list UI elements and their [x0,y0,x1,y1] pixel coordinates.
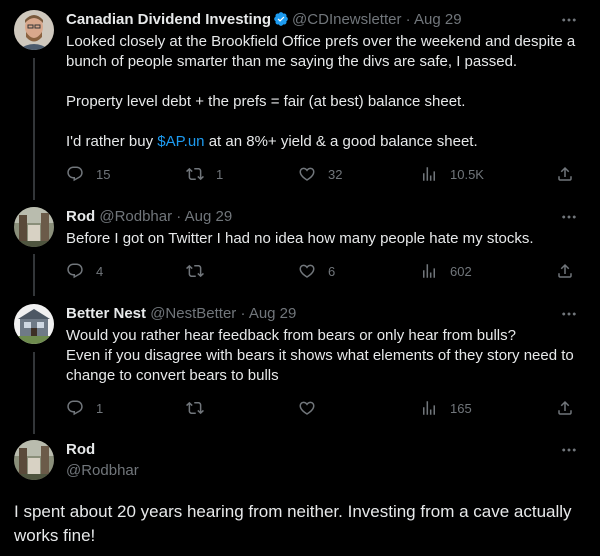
share-icon [556,399,574,417]
share-button[interactable] [556,398,586,418]
views-icon [420,399,438,417]
like-button[interactable] [298,398,328,418]
tweet-text: Would you rather hear feedback from bear… [66,326,586,386]
like-icon [298,399,316,417]
reply-icon [66,262,84,280]
tweet-header: Canadian Dividend Investing @CDInewslette… [66,10,462,30]
tweet-header: Rod @Rodbhar · Aug 29 [66,207,232,227]
retweet-icon [186,165,204,183]
thread-connector [33,58,35,200]
more-icon[interactable] [560,305,578,323]
tweet-paragraph: Property level debt + the prefs = fair (… [66,93,466,110]
reply-icon [66,165,84,183]
display-name[interactable]: Better Nest [66,305,146,322]
reply-button[interactable]: 4 [66,261,103,281]
display-name[interactable]: Canadian Dividend Investing [66,11,271,28]
reply-button[interactable]: 15 [66,164,110,184]
retweet-icon [186,262,204,280]
retweet-button[interactable] [186,398,216,418]
like-icon [298,262,316,280]
like-icon [298,165,316,183]
tweet-text: I spent about 20 years hearing from neit… [14,500,586,548]
timestamp[interactable]: Aug 29 [414,11,462,28]
retweet-icon [186,399,204,417]
tweet-text: Before I got on Twitter I had no idea ho… [66,229,586,249]
views-icon [420,165,438,183]
verified-badge-icon [274,12,288,26]
share-button[interactable] [556,261,586,281]
tweet-actions: 1 165 [66,398,582,418]
tweet-paragraph: Would you rather hear feedback from bear… [66,327,516,344]
views-button[interactable]: 602 [420,261,472,281]
display-name[interactable]: Rod [66,208,95,225]
views-button[interactable]: 165 [420,398,472,418]
like-button[interactable]: 6 [298,261,335,281]
tweet-actions: 4 6 602 [66,261,582,281]
tweet-header: @Rodbhar [66,461,139,481]
tweet-paragraph: I spent about 20 years hearing from neit… [14,502,572,545]
tweet-actions: 15 1 32 10.5K [66,164,582,184]
avatar[interactable] [14,207,54,247]
tweet-paragraph: Looked closely at the Brookfield Office … [66,33,576,70]
text-segment: I'd rather buy [66,133,158,150]
views-count: 10.5K [450,166,484,182]
display-name[interactable]: Rod [66,441,95,458]
share-icon [556,262,574,280]
timestamp[interactable]: Aug 29 [185,208,233,225]
like-count: 6 [328,263,336,279]
avatar[interactable] [14,440,54,480]
tweet-text: Looked closely at the Brookfield Office … [66,32,586,152]
reply-button[interactable]: 1 [66,398,103,418]
reply-count: 4 [96,263,104,279]
text-segment: at an 8%+ yield & a good balance sheet. [204,133,478,150]
tweet-paragraph: I'd rather buy $AP.un at an 8%+ yield & … [66,132,586,152]
tweet-paragraph: Even if you disagree with bears it shows… [66,347,574,384]
tweet-header: Better Nest @NestBetter · Aug 29 [66,304,296,324]
like-count: 32 [328,166,343,182]
tweet-paragraph: Before I got on Twitter I had no idea ho… [66,230,534,247]
cashtag-link[interactable]: $AP.un [157,133,204,150]
views-button[interactable]: 10.5K [420,164,484,184]
handle[interactable]: @Rodbhar [66,462,139,479]
separator-dot: · [176,208,182,225]
timestamp[interactable]: Aug 29 [249,305,297,322]
views-count: 602 [450,263,472,279]
retweet-button[interactable]: 1 [186,164,223,184]
thread-connector [33,352,35,434]
more-icon[interactable] [560,441,578,459]
handle[interactable]: @Rodbhar [99,208,172,225]
share-button[interactable] [556,164,586,184]
thread-connector [33,254,35,296]
handle[interactable]: @NestBetter [150,305,236,322]
reply-count: 15 [96,166,111,182]
like-button[interactable]: 32 [298,164,342,184]
views-count: 165 [450,400,472,416]
avatar[interactable] [14,304,54,344]
more-icon[interactable] [560,11,578,29]
retweet-button[interactable] [186,261,216,281]
avatar[interactable] [14,10,54,50]
reply-icon [66,399,84,417]
views-icon [420,262,438,280]
handle[interactable]: @CDInewsletter [292,11,401,28]
share-icon [556,165,574,183]
separator-dot: · [240,305,246,322]
more-icon[interactable] [560,208,578,226]
tweet-header: Rod [66,440,95,460]
separator-dot: · [405,11,411,28]
reply-count: 1 [96,400,104,416]
retweet-count: 1 [216,166,224,182]
